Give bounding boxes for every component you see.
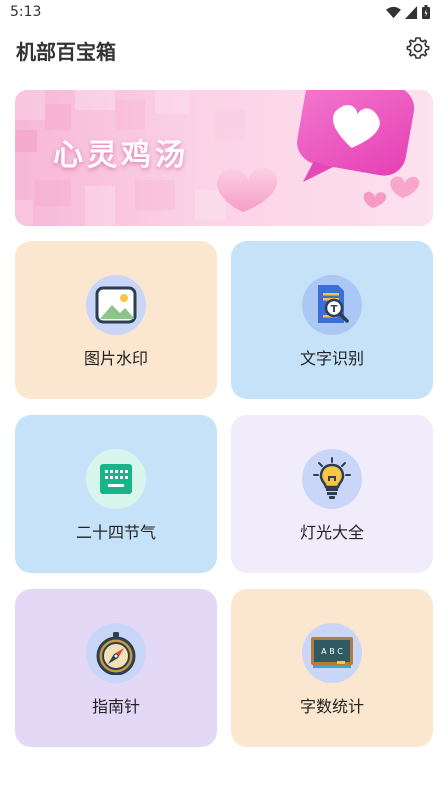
tool-card-image-watermark[interactable]: 图片水印 xyxy=(15,241,217,399)
status-icons xyxy=(386,5,430,19)
app-bar: 机部百宝箱 xyxy=(0,28,448,68)
image-icon xyxy=(86,275,146,335)
tool-label: 文字识别 xyxy=(299,349,364,368)
tool-label: 灯光大全 xyxy=(299,523,364,542)
wifi-icon xyxy=(386,6,401,18)
heart-bubble-illustration xyxy=(217,90,420,212)
tool-card-text-recognition[interactable]: T 文字识别 xyxy=(231,241,433,399)
document-scan-icon: T xyxy=(302,275,362,335)
app-title: 机部百宝箱 xyxy=(16,40,116,64)
tool-card-lights[interactable]: 灯光大全 xyxy=(231,415,433,573)
tool-card-solar-terms[interactable]: 二十四节气 xyxy=(15,415,217,573)
tool-label: 图片水印 xyxy=(83,349,148,368)
svg-text:A B C: A B C xyxy=(321,647,343,656)
battery-icon xyxy=(422,5,430,19)
lightbulb-icon xyxy=(302,449,362,509)
svg-text:T: T xyxy=(331,304,338,315)
status-bar: 5:13 xyxy=(0,0,448,26)
tool-label: 二十四节气 xyxy=(75,523,156,542)
tool-label: 指南针 xyxy=(91,697,140,716)
compass-icon xyxy=(86,623,146,683)
tool-card-word-count[interactable]: A B C 字数统计 xyxy=(231,589,433,747)
status-time: 5:13 xyxy=(10,4,42,20)
banner-title: 心灵鸡汤 xyxy=(53,138,189,173)
keyboard-icon xyxy=(86,449,146,509)
chalkboard-icon: A B C xyxy=(302,623,362,683)
gear-icon xyxy=(406,37,430,59)
tool-label: 字数统计 xyxy=(299,697,364,716)
settings-button[interactable] xyxy=(404,34,432,62)
signal-icon xyxy=(405,5,418,19)
tool-card-compass[interactable]: 指南针 xyxy=(15,589,217,747)
banner[interactable]: 心灵鸡汤 xyxy=(15,90,433,226)
